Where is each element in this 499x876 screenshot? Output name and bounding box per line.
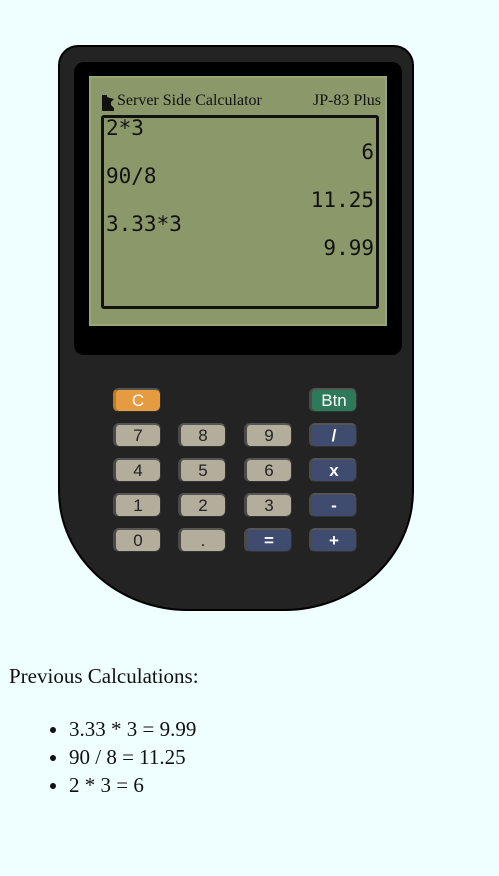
history-item: 2 * 3 = 6	[69, 771, 196, 799]
display-expression-1: 2*3	[106, 116, 144, 140]
btn-button[interactable]: Btn	[309, 388, 357, 412]
history-item: 3.33 * 3 = 9.99	[69, 715, 196, 743]
key-9-button[interactable]: 9	[244, 423, 292, 447]
key-7-button[interactable]: 7	[113, 423, 161, 447]
calculator-model: JP-83 Plus	[312, 92, 381, 109]
key-6-button[interactable]: 6	[244, 458, 292, 482]
key-5-button[interactable]: 5	[178, 458, 226, 482]
key-1-button[interactable]: 1	[113, 493, 161, 517]
history-title: Previous Calculations:	[9, 664, 199, 688]
key-8-button[interactable]: 8	[178, 423, 226, 447]
display-expression-3: 3.33*3	[106, 212, 182, 236]
key-0-button[interactable]: 0	[113, 528, 161, 552]
calculator-screen: Server Side Calculator JP-83 Plus 2*3 6 …	[89, 76, 387, 326]
key-2-button[interactable]: 2	[178, 493, 226, 517]
history-list: 3.33 * 3 = 9.99 90 / 8 = 11.25 2 * 3 = 6	[0, 715, 196, 799]
plus-button[interactable]: +	[309, 528, 357, 552]
history-item: 90 / 8 = 11.25	[69, 743, 196, 771]
minnesota-state-icon	[102, 95, 114, 111]
decimal-point-button[interactable]: .	[178, 528, 226, 552]
calculator: Server Side Calculator JP-83 Plus 2*3 6 …	[58, 45, 414, 611]
key-3-button[interactable]: 3	[244, 493, 292, 517]
display-result-3: 9.99	[323, 236, 374, 260]
screen-bezel: Server Side Calculator JP-83 Plus 2*3 6 …	[74, 62, 402, 355]
display-result-2: 11.25	[310, 188, 374, 212]
calculator-display: 2*3 6 90/8 11.25 3.33*3 9.99	[101, 115, 379, 309]
key-4-button[interactable]: 4	[113, 458, 161, 482]
calculator-brand: Server Side Calculator	[117, 92, 262, 109]
display-expression-2: 90/8	[106, 164, 157, 188]
minus-button[interactable]: -	[309, 493, 357, 517]
display-result-1: 6	[361, 140, 374, 164]
screen-header: Server Side Calculator JP-83 Plus	[101, 92, 381, 112]
clear-button[interactable]: C	[113, 388, 161, 412]
multiply-button[interactable]: x	[309, 458, 357, 482]
equals-button[interactable]: =	[244, 528, 292, 552]
divide-button[interactable]: /	[309, 423, 357, 447]
